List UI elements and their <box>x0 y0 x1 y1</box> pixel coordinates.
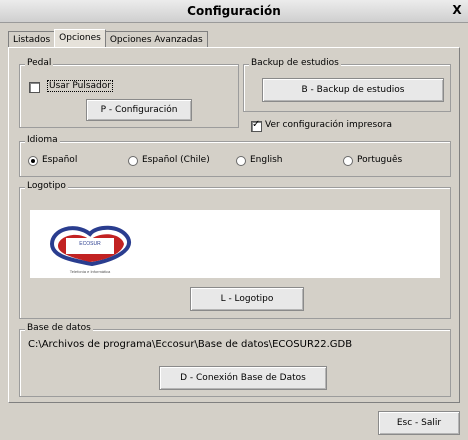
title-bar: Configuración X <box>0 0 468 23</box>
ecosur-logo-icon: ECOSUR Telefonía e Informática <box>49 225 132 274</box>
radio-english-label[interactable]: English <box>250 155 283 165</box>
radio-portugues-label[interactable]: Português <box>357 155 402 165</box>
logo-preview: ECOSUR Telefonía e Informática <box>30 210 440 278</box>
ver-config-impresora-label[interactable]: Ver configuración impresora <box>265 120 392 130</box>
radio-portugues[interactable] <box>343 156 353 166</box>
logo-text-top: ECOSUR <box>79 241 101 247</box>
usar-pulsador-label[interactable]: Usar Pulsador <box>47 80 113 92</box>
backup-legend: Backup de estudios <box>249 58 341 68</box>
radio-espanol[interactable] <box>28 156 38 166</box>
idioma-group: Idioma Español Español (Chile) English P… <box>19 135 451 177</box>
tab-bar: Listados Opciones Opciones Avanzadas <box>8 29 208 50</box>
usar-pulsador-checkbox[interactable] <box>29 82 40 93</box>
db-path-text: C:\Archivos de programa\Eccosur\Base de … <box>28 339 353 350</box>
base-datos-legend: Base de datos <box>25 323 93 333</box>
close-button[interactable]: X <box>450 3 464 17</box>
logotipo-button[interactable]: L - Logotipo <box>190 287 304 311</box>
idioma-legend: Idioma <box>25 135 60 145</box>
logotipo-group: Logotipo ECOSUR Telefonía e Informática … <box>19 181 451 319</box>
base-datos-group: Base de datos C:\Archivos de programa\Ec… <box>19 323 451 397</box>
options-panel: Pedal Usar Pulsador P - Configuración Ba… <box>8 47 460 403</box>
radio-espanol-label[interactable]: Español <box>42 155 77 165</box>
db-connect-button[interactable]: D - Conexión Base de Datos <box>159 366 327 390</box>
logotipo-legend: Logotipo <box>25 181 68 191</box>
window-title: Configuración <box>187 4 281 18</box>
backup-group: Backup de estudios B - Backup de estudio… <box>243 58 451 112</box>
backup-button[interactable]: B - Backup de estudios <box>262 78 444 102</box>
ver-config-impresora-checkbox[interactable] <box>251 119 262 132</box>
radio-english[interactable] <box>236 156 246 166</box>
logo-text-sub: Telefonía e Informática <box>70 269 111 274</box>
radio-espanol-chile-label[interactable]: Español (Chile) <box>142 155 210 165</box>
exit-button[interactable]: Esc - Salir <box>378 411 460 435</box>
pedal-legend: Pedal <box>25 58 54 68</box>
radio-espanol-chile[interactable] <box>128 156 138 166</box>
pedal-group: Pedal Usar Pulsador P - Configuración <box>19 58 239 128</box>
pedal-config-button[interactable]: P - Configuración <box>86 99 192 121</box>
